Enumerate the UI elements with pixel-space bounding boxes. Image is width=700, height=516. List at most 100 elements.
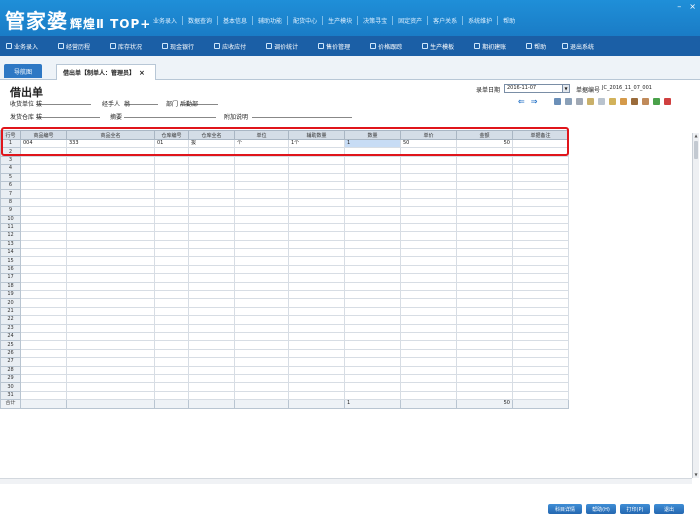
toolbar-exit-button[interactable]: 退出系统 bbox=[561, 42, 594, 51]
grid-cell[interactable] bbox=[20, 315, 67, 325]
grid-cell[interactable] bbox=[456, 147, 513, 157]
grid-cell[interactable] bbox=[288, 172, 345, 182]
grid-cell[interactable] bbox=[66, 256, 155, 266]
grid-cell[interactable] bbox=[66, 306, 155, 317]
book-icon[interactable] bbox=[631, 98, 638, 105]
grid-cell[interactable] bbox=[512, 155, 569, 166]
table-row[interactable]: 25 bbox=[0, 340, 569, 350]
grid-cell[interactable] bbox=[20, 365, 67, 375]
grid-cell[interactable] bbox=[66, 147, 155, 157]
table-row[interactable]: 31 bbox=[0, 390, 569, 401]
grid-cell[interactable] bbox=[188, 206, 235, 216]
grid-cell[interactable] bbox=[288, 164, 345, 174]
grid-cell[interactable] bbox=[20, 373, 67, 384]
grid-cell[interactable] bbox=[344, 290, 401, 300]
grid-cell[interactable] bbox=[288, 222, 345, 233]
grid-cell[interactable] bbox=[188, 239, 235, 250]
grid-cell[interactable] bbox=[512, 273, 569, 283]
grid-cell[interactable] bbox=[66, 172, 155, 182]
grid-cell[interactable] bbox=[66, 164, 155, 174]
top-menu-item[interactable]: 决策寻宝 bbox=[358, 16, 394, 25]
grid-cell[interactable] bbox=[234, 147, 289, 157]
grid-cell[interactable] bbox=[20, 248, 67, 258]
grid-cell[interactable] bbox=[400, 306, 457, 317]
grid-cell[interactable] bbox=[20, 222, 67, 233]
grid-cell[interactable] bbox=[400, 357, 457, 367]
grid-cell[interactable] bbox=[512, 180, 569, 191]
table-row[interactable]: 24 bbox=[0, 331, 569, 342]
grid-cell[interactable] bbox=[400, 373, 457, 384]
grid-cell[interactable] bbox=[400, 365, 457, 375]
grid-cell[interactable] bbox=[344, 357, 401, 367]
top-menu-item[interactable]: 帮助 bbox=[498, 16, 520, 25]
arrow-left-icon[interactable]: ⇐ bbox=[518, 97, 525, 106]
grid-cell[interactable] bbox=[20, 323, 67, 334]
grid-cell[interactable] bbox=[512, 248, 569, 258]
grid-cell[interactable] bbox=[288, 348, 345, 359]
grid-cell[interactable] bbox=[66, 373, 155, 384]
top-menu-item[interactable]: 生产模块 bbox=[323, 16, 359, 25]
cell-aux-qty[interactable]: 1个 bbox=[288, 138, 345, 149]
table-row[interactable]: 12 bbox=[0, 231, 569, 241]
recv-unit-field[interactable]: 拔 bbox=[36, 99, 91, 108]
grid-cell[interactable] bbox=[188, 365, 235, 375]
grid-cell[interactable] bbox=[154, 323, 189, 334]
handler-field[interactable]: 翁 bbox=[124, 99, 158, 108]
grid-cell[interactable] bbox=[400, 180, 457, 191]
grid-cell[interactable] bbox=[456, 357, 513, 367]
grid-cell[interactable] bbox=[288, 365, 345, 375]
grid-cell[interactable] bbox=[456, 340, 513, 350]
grid-cell[interactable] bbox=[234, 273, 289, 283]
grid-cell[interactable] bbox=[188, 373, 235, 384]
grid-cell[interactable] bbox=[66, 390, 155, 401]
grid-cell[interactable] bbox=[344, 231, 401, 241]
grid-cell[interactable] bbox=[288, 189, 345, 199]
grid-cell[interactable] bbox=[234, 298, 289, 308]
column-header[interactable]: 金额 bbox=[456, 130, 513, 140]
cell-code[interactable]: 004 bbox=[20, 138, 67, 149]
grid-cell[interactable] bbox=[154, 231, 189, 241]
grid-cell[interactable] bbox=[154, 239, 189, 250]
grid-cell[interactable] bbox=[20, 264, 67, 275]
grid-cell[interactable] bbox=[66, 206, 155, 216]
grid-cell[interactable] bbox=[154, 197, 189, 208]
table-icon[interactable] bbox=[576, 98, 583, 105]
grid-cell[interactable] bbox=[234, 197, 289, 208]
grid-cell[interactable] bbox=[20, 390, 67, 401]
grid-cell[interactable] bbox=[154, 315, 189, 325]
top-menu-item[interactable]: 配货中心 bbox=[288, 16, 324, 25]
scroll-thumb[interactable] bbox=[694, 141, 698, 159]
grid-cell[interactable] bbox=[188, 340, 235, 350]
grid-cell[interactable] bbox=[400, 231, 457, 241]
grid-cell[interactable] bbox=[512, 306, 569, 317]
dept-field[interactable]: 后勤部 bbox=[180, 99, 218, 108]
cell-remark[interactable] bbox=[512, 138, 569, 149]
grid-cell[interactable] bbox=[188, 273, 235, 283]
grid-cell[interactable] bbox=[234, 239, 289, 250]
grid-cell[interactable] bbox=[154, 147, 189, 157]
grid-cell[interactable] bbox=[154, 298, 189, 308]
grid-cell[interactable] bbox=[400, 298, 457, 308]
grid-cell[interactable] bbox=[512, 147, 569, 157]
grid-cell[interactable] bbox=[512, 239, 569, 250]
grid-cell[interactable] bbox=[344, 264, 401, 275]
grid-cell[interactable] bbox=[288, 206, 345, 216]
column-header[interactable]: 商品全名 bbox=[66, 130, 155, 140]
grid-cell[interactable] bbox=[400, 348, 457, 359]
grid-cell[interactable] bbox=[512, 373, 569, 384]
table-row[interactable]: 1 004 333 01 拔 个 1个 1 50 50 bbox=[0, 138, 569, 149]
grid-cell[interactable] bbox=[188, 180, 235, 191]
warehouse-field[interactable]: 拔 bbox=[36, 112, 100, 121]
grid-cell[interactable] bbox=[66, 239, 155, 250]
grid-cell[interactable] bbox=[66, 382, 155, 392]
grid-cell[interactable] bbox=[188, 390, 235, 401]
grid-cell[interactable] bbox=[456, 155, 513, 166]
grid-cell[interactable] bbox=[154, 340, 189, 350]
grid-cell[interactable] bbox=[400, 172, 457, 182]
grid-cell[interactable] bbox=[456, 189, 513, 199]
grid-cell[interactable] bbox=[512, 290, 569, 300]
grid-cell[interactable] bbox=[20, 382, 67, 392]
scroll-down-icon[interactable]: ▼ bbox=[693, 472, 699, 478]
toolbar-price-track-button[interactable]: 价格跟踪 bbox=[370, 42, 402, 51]
date-field[interactable]: 2016-11-07 ▼ bbox=[504, 84, 570, 93]
